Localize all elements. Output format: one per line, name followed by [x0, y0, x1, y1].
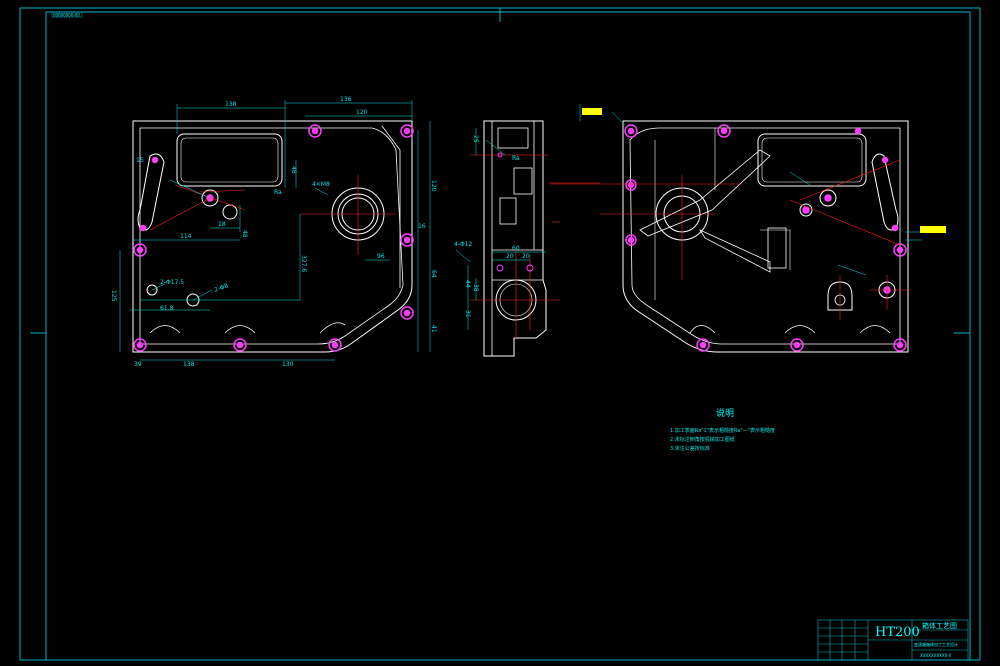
front-view-rib: [381, 125, 401, 288]
side-view-center-lines: [470, 154, 600, 340]
outer-frame: [19, 7, 981, 661]
rear-diagonal-rib: [639, 149, 771, 273]
dim-618: 61.8: [160, 305, 174, 312]
side-view-pocket2: [513, 167, 533, 195]
callout-rough: Ra: [274, 189, 282, 196]
dim-120-top: 120: [356, 109, 368, 116]
dim-136-top: 136: [340, 96, 352, 103]
side-view-pocket3: [499, 197, 517, 225]
cad-drawing-canvas: 00000000-00 138 136 120 15 114 48 18 48 …: [19, 7, 981, 661]
dim-64: 64: [430, 270, 437, 278]
dim-120-right: 120: [430, 180, 437, 192]
dim-18: 18: [218, 221, 226, 228]
title-material: HT200: [875, 625, 920, 640]
title-name: 箱体工艺图: [922, 621, 957, 630]
side-view-pocket1: [497, 127, 529, 149]
dim-48: 48: [290, 166, 297, 174]
side-callout-1: 4-Φ12: [454, 241, 473, 248]
rear-bottom-scallops: [689, 325, 891, 334]
dim-48b: 48: [241, 230, 248, 238]
rough-tag-left: [582, 108, 602, 115]
side-dim-60: 60: [512, 245, 520, 252]
title-drawing-no: XXXXXXXXXX-X: [920, 653, 951, 658]
rear-top-window: [757, 133, 867, 187]
dim-138-bottom: 138: [183, 361, 195, 368]
bolt-holes-rear: [624, 124, 907, 352]
rough-tag-right: [920, 226, 946, 233]
dim-41: 41: [430, 325, 437, 333]
rear-curved-slot: [871, 153, 899, 231]
corner-tag-text: 00000000-00: [53, 13, 80, 18]
top-window: [176, 133, 283, 187]
technical-notes: 说明 1.加工表面Ra"1"表示粗糙度Ra"—"表示粗糙度 2.未标注倒角按机械…: [670, 407, 775, 452]
bottom-scallops: [149, 322, 346, 334]
callout-hole-a: 2-Φ17.5: [160, 279, 184, 286]
dim-138-top: 138: [225, 101, 237, 108]
bolt-holes-front: [133, 124, 414, 352]
rear-pocket: [767, 227, 787, 269]
curved-slot: [137, 153, 165, 231]
side-dim-20b: 20: [522, 253, 530, 260]
side-dim-20a: 20: [506, 253, 514, 260]
dim-327: 327.6: [300, 255, 307, 272]
side-dim-44: 44: [464, 280, 471, 288]
dim-114: 114: [180, 233, 192, 240]
top-window-inner: [180, 137, 279, 183]
side-dim-38: 38: [472, 284, 479, 292]
dim-130-bottom: 130: [282, 361, 294, 368]
title-subtitle: 变速箱箱体加工工艺设计: [914, 641, 958, 647]
center-lines-rear: [550, 159, 910, 320]
callout-thread: 4×M8: [312, 181, 330, 188]
rear-top-window-inner: [761, 137, 863, 183]
dim-15-left: 15: [136, 157, 144, 164]
front-view: 138 136 120 15 114 48 18 48 327.6 96 125…: [110, 96, 437, 368]
side-callout-2: Ra: [512, 155, 520, 162]
notes-line-1: 1.加工表面Ra"1"表示粗糙度Ra"—"表示粗糙度: [670, 427, 775, 434]
dim-16: 16: [418, 223, 426, 230]
dim-96: 96: [377, 253, 385, 260]
inner-frame: [45, 11, 971, 661]
dim-125: 125: [110, 290, 117, 302]
boss-small: [222, 204, 238, 220]
side-view: 25 60 20 20 44 31 38 4-Φ12 Ra: [454, 120, 600, 357]
rear-view: [550, 104, 946, 353]
callout-hole-b: 2-Φ8: [213, 282, 229, 294]
center-lines-front: [149, 175, 395, 255]
dim-39: 39: [134, 361, 142, 368]
side-dim-31: 31: [464, 310, 471, 318]
notes-line-3: 3.未注公差按标准: [670, 445, 710, 452]
side-dim-25: 25: [472, 135, 479, 143]
notes-heading: 说明: [716, 407, 734, 419]
notes-line-2: 2.未标注倒角按机械加工图纸: [670, 436, 735, 443]
